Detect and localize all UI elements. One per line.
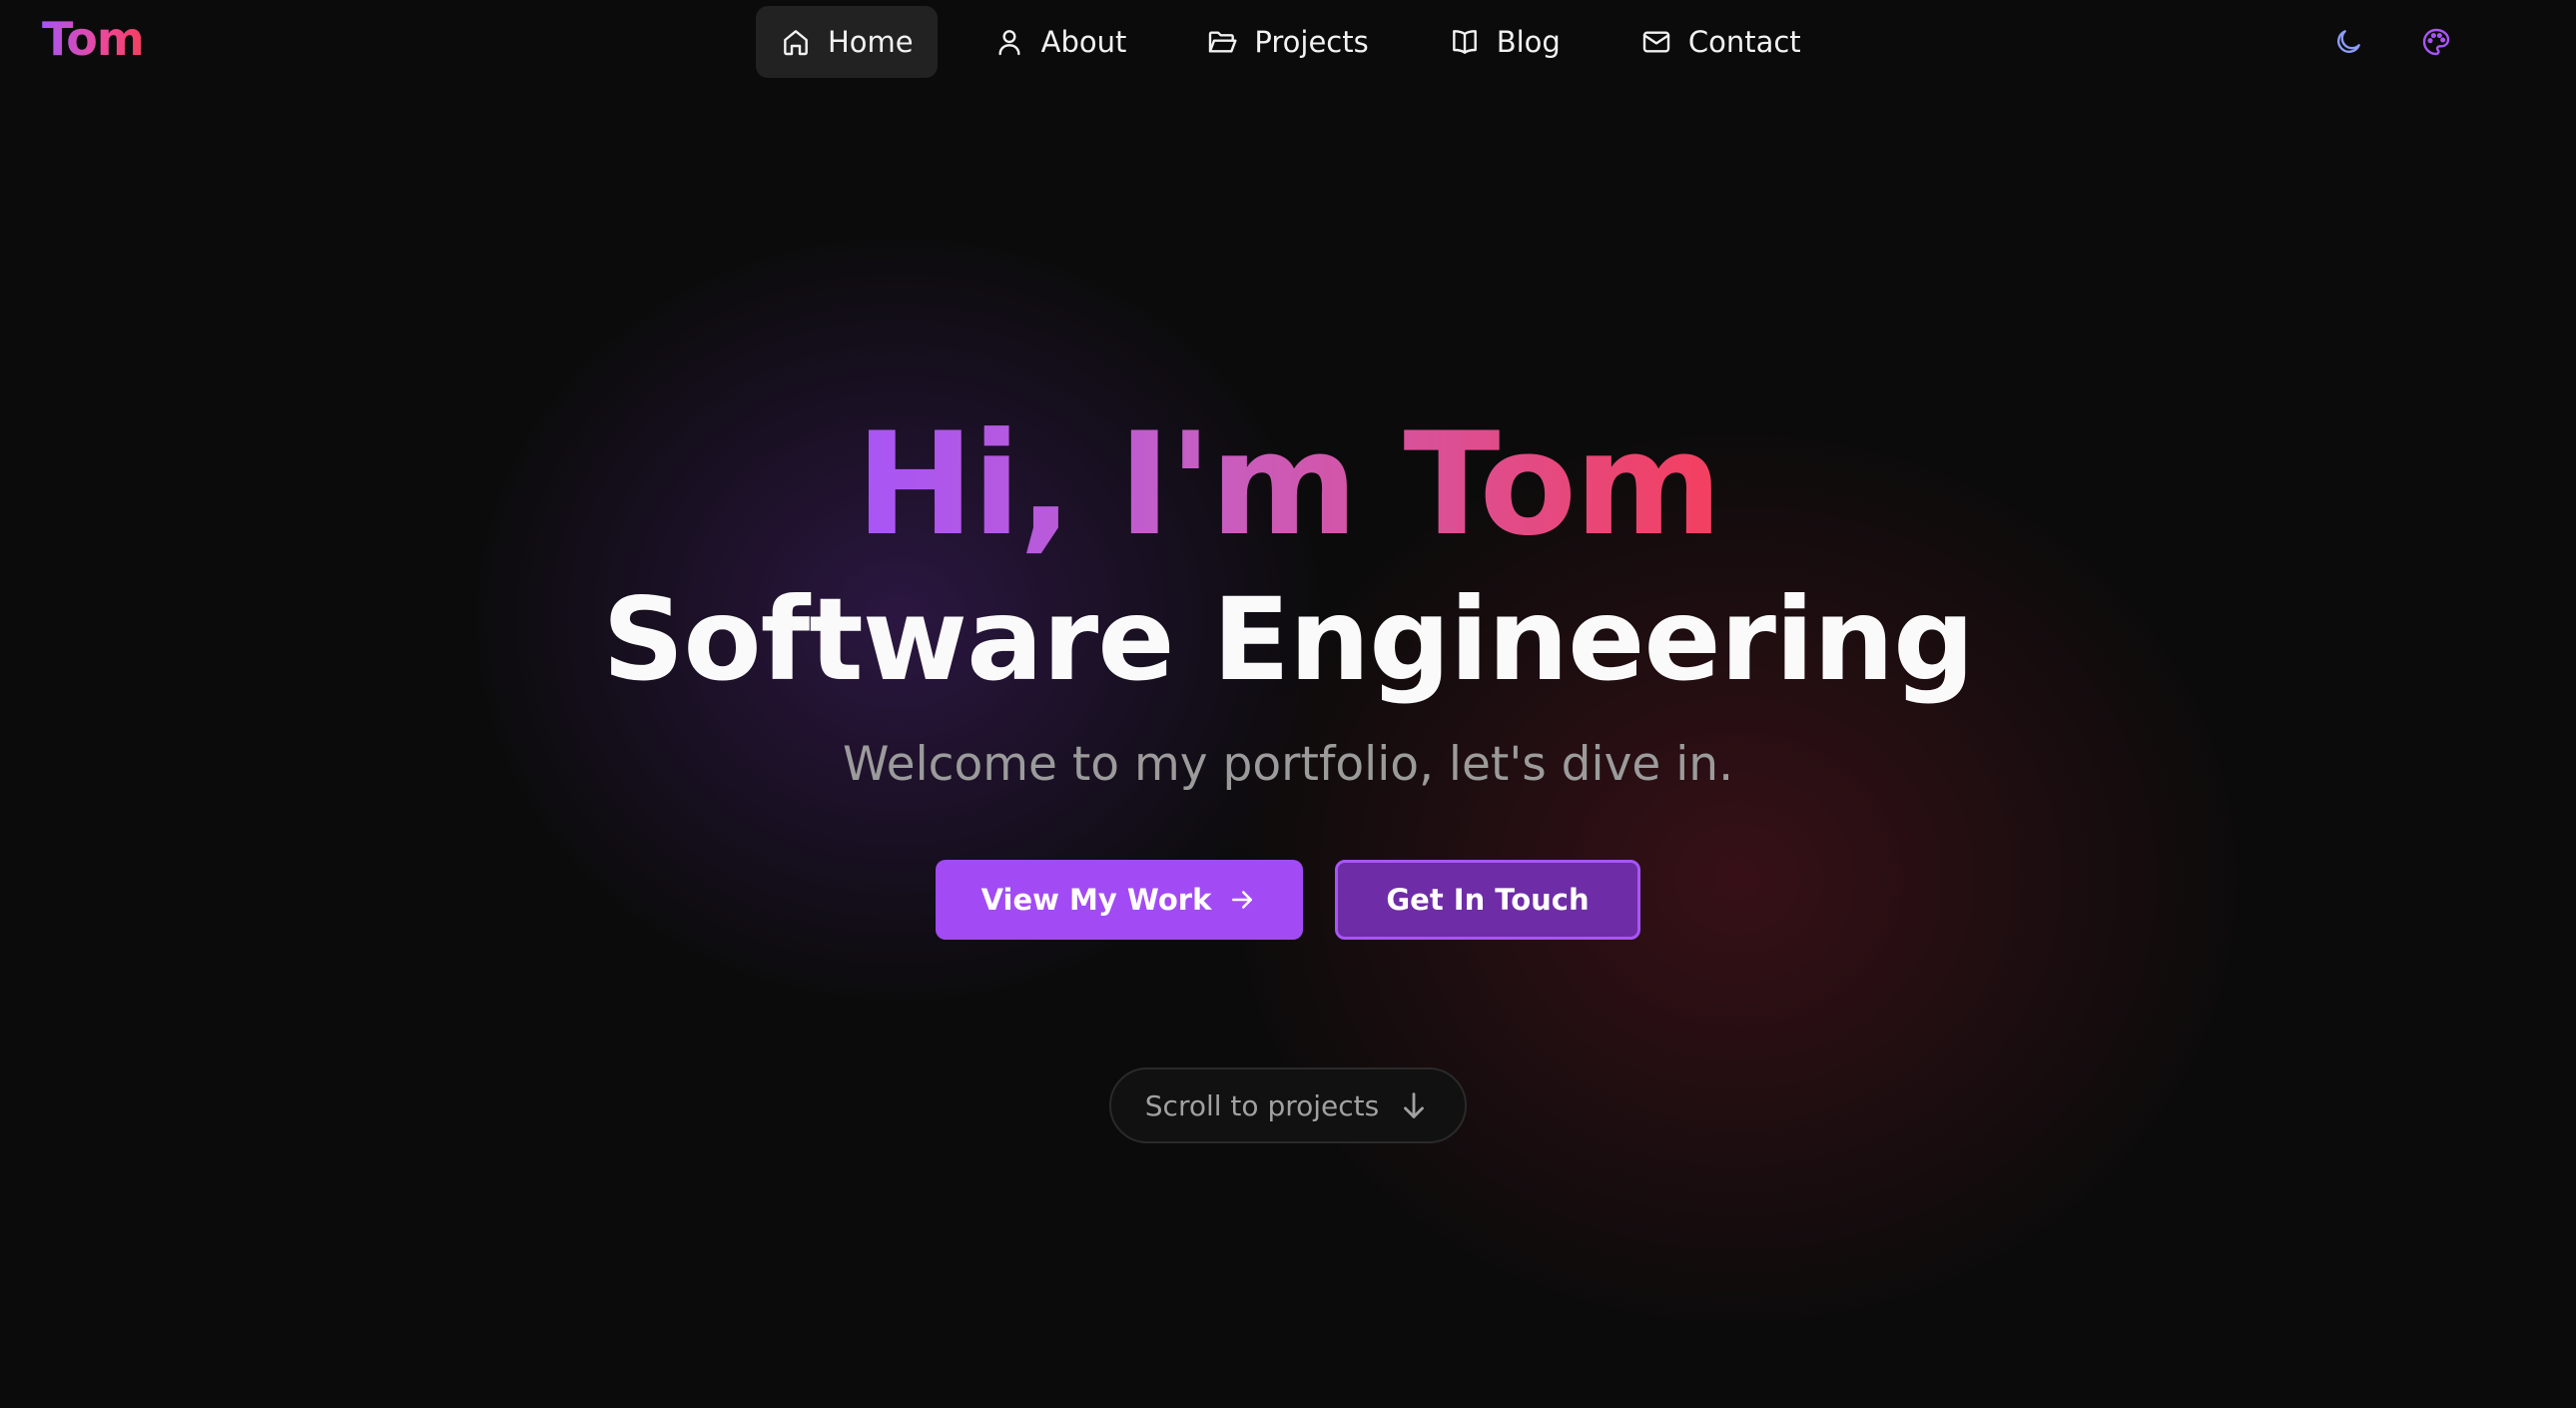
- logo[interactable]: Tom: [42, 12, 145, 66]
- get-in-touch-button[interactable]: Get In Touch: [1335, 860, 1640, 940]
- page: Tom Home About Projects Blog Contact Hi,…: [0, 0, 2576, 1408]
- palette-icon: [2422, 28, 2450, 56]
- cta-row: View My Work Get In Touch: [0, 860, 2576, 940]
- hero-greeting: Hi, I'm Tom: [856, 399, 1722, 571]
- nav-item-contact[interactable]: Contact: [1616, 6, 1825, 78]
- scroll-to-projects-button[interactable]: Scroll to projects: [1108, 1067, 1468, 1143]
- hero-section: Hi, I'm Tom Software Engineering Welcome…: [0, 399, 2576, 1143]
- view-my-work-button[interactable]: View My Work: [936, 860, 1303, 940]
- arrow-right-icon: [1232, 891, 1253, 909]
- nav-item-label: Contact: [1687, 25, 1801, 59]
- user-icon: [998, 30, 1020, 56]
- color-palette-button[interactable]: [2414, 20, 2458, 64]
- get-in-touch-label: Get In Touch: [1386, 883, 1590, 917]
- book-icon: [1452, 30, 1477, 54]
- view-my-work-label: View My Work: [980, 883, 1212, 917]
- nav-actions: [2326, 20, 2502, 64]
- nav-item-projects[interactable]: Projects: [1182, 6, 1392, 78]
- home-icon: [784, 30, 808, 56]
- folder-icon: [1209, 31, 1237, 53]
- scroll-label: Scroll to projects: [1144, 1088, 1380, 1122]
- moon-icon: [2337, 30, 2360, 53]
- hero-headline: Software Engineering: [602, 573, 1975, 706]
- arrow-down-icon: [1404, 1092, 1425, 1118]
- mail-icon: [1642, 31, 1670, 53]
- nav-item-label: Home: [828, 25, 914, 59]
- top-navbar: Tom Home About Projects Blog Contact: [0, 0, 2576, 86]
- nav-links: Home About Projects Blog Contact: [756, 6, 1857, 78]
- hero-tagline: Welcome to my portfolio, let's dive in.: [842, 737, 1734, 792]
- nav-item-label: Blog: [1496, 25, 1561, 59]
- nav-item-blog[interactable]: Blog: [1425, 6, 1585, 78]
- nav-item-label: About: [1040, 25, 1127, 59]
- nav-item-home[interactable]: Home: [756, 6, 938, 78]
- theme-toggle-button[interactable]: [2326, 20, 2370, 64]
- nav-item-about[interactable]: About: [969, 6, 1151, 78]
- nav-item-label: Projects: [1254, 25, 1369, 59]
